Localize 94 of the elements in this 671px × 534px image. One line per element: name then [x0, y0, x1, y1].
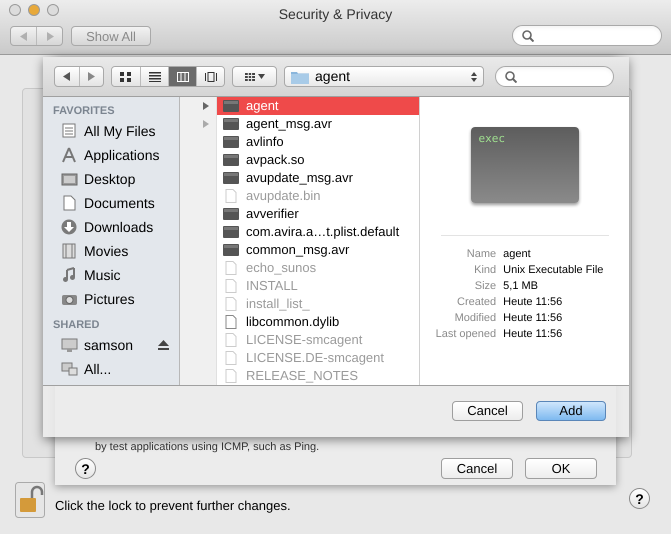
terminal-icon	[223, 172, 239, 184]
info-value: Heute 11:56	[503, 311, 564, 326]
sidebar-item[interactable]: Movies	[43, 239, 179, 263]
terminal-icon	[223, 244, 239, 256]
info-value: Unix Executable File	[503, 263, 604, 278]
padlock-icon	[15, 482, 45, 518]
up-down-arrows-icon	[471, 72, 477, 82]
apps-icon	[61, 147, 78, 163]
lock-message: Click the lock to prevent further changes.	[55, 497, 291, 515]
section-heading: SHARED	[52, 318, 100, 333]
cover-flow-icon	[204, 72, 216, 82]
file-row[interactable]: avupdate_msg.avr	[217, 169, 419, 187]
info-label: Modified	[454, 311, 496, 326]
downloads-icon	[61, 219, 78, 235]
search-icon	[521, 29, 534, 42]
caret-icon	[258, 74, 264, 79]
file-row[interactable]: avverifier	[217, 205, 419, 223]
info-label: Created	[456, 295, 496, 310]
help-button[interactable]: ?	[75, 458, 96, 479]
document-icon	[223, 189, 239, 203]
view-mode-control[interactable]	[111, 66, 225, 87]
sidebar-item[interactable]: All My Files	[43, 119, 179, 143]
file-row[interactable]: common_msg.avr	[217, 241, 419, 259]
column-view-button[interactable]	[168, 67, 196, 86]
terminal-icon	[223, 154, 239, 166]
right-arrow-icon	[46, 32, 54, 40]
document-icon	[223, 279, 239, 293]
info-value: agent	[503, 247, 532, 262]
zoom-button[interactable]	[47, 4, 59, 16]
info-label: Name	[466, 247, 496, 262]
eject-icon	[158, 340, 169, 350]
section-heading: FAVORITES	[52, 104, 116, 119]
search-field[interactable]	[512, 25, 662, 46]
sidebar-item[interactable]: Desktop	[43, 167, 179, 191]
info-label: Last opened	[436, 327, 496, 342]
file-row[interactable]: avlinfo	[217, 133, 419, 151]
grid-icon	[244, 72, 254, 80]
info-value: Heute 11:56	[503, 327, 564, 342]
sidebar-item[interactable]: Downloads	[43, 215, 179, 239]
document-icon	[223, 333, 239, 347]
document-icon	[223, 261, 239, 275]
search-field[interactable]	[495, 66, 614, 87]
music-icon	[61, 267, 78, 283]
icon-view-button[interactable]	[112, 67, 140, 86]
list-view-button[interactable]	[140, 67, 168, 86]
terminal-icon	[223, 118, 239, 130]
columns-icon	[176, 72, 188, 82]
window-title: Security & Privacy	[278, 5, 394, 24]
cover-flow-button[interactable]	[196, 67, 224, 86]
file-row[interactable]: agent_msg.avr	[217, 115, 419, 133]
help-button[interactable]: ?	[629, 488, 650, 509]
file-row[interactable]: avpack.so	[217, 151, 419, 169]
add-button[interactable]: Add	[536, 401, 606, 421]
sidebar-item[interactable]: Applications	[43, 143, 179, 167]
info-value: Heute 11:56	[503, 295, 564, 310]
sidebar-item[interactable]: Music	[43, 263, 179, 287]
desktop-icon	[61, 171, 78, 187]
description-text: by test applications using ICMP, such as Ping.	[95, 440, 320, 455]
list-icon	[148, 72, 160, 82]
cancel-button[interactable]: Cancel	[452, 401, 523, 421]
document-icon	[223, 297, 239, 311]
search-icon	[504, 70, 517, 83]
sidebar-item[interactable]: Pictures	[43, 287, 179, 311]
cancel-button[interactable]: Cancel	[441, 458, 513, 479]
network-icon	[61, 361, 78, 377]
grid-icon	[120, 72, 132, 82]
document-icon	[223, 351, 239, 365]
terminal-icon	[223, 136, 239, 148]
info-label: Size	[474, 279, 496, 294]
computer-icon	[61, 337, 78, 353]
files-icon	[61, 123, 78, 139]
icon-label: exec	[478, 131, 506, 147]
right-arrow-icon	[87, 72, 96, 81]
minimize-button[interactable]	[28, 4, 40, 16]
close-button[interactable]	[9, 4, 21, 16]
documents-icon	[61, 195, 78, 211]
left-arrow-icon	[20, 32, 28, 40]
file-row[interactable]: libcommon.dylib	[217, 313, 419, 331]
file-row[interactable]: com.avira.a…t.plist.default	[217, 223, 419, 241]
info-label: Kind	[473, 263, 496, 278]
sidebar-item[interactable]: All...	[43, 357, 179, 381]
document-icon	[223, 315, 239, 329]
terminal-icon	[223, 208, 239, 220]
sidebar-item[interactable]: Documents	[43, 191, 179, 215]
sidebar-item[interactable]: samson	[43, 333, 179, 357]
terminal-icon	[223, 226, 239, 238]
ok-button[interactable]: OK	[525, 458, 597, 479]
location-popup[interactable]: agent	[284, 66, 484, 87]
folder-icon	[291, 70, 309, 84]
info-value: 5,1 MB	[503, 279, 539, 294]
movies-icon	[61, 243, 78, 259]
arrange-button[interactable]	[232, 66, 277, 87]
left-arrow-icon	[62, 72, 71, 81]
terminal-icon	[223, 100, 239, 112]
